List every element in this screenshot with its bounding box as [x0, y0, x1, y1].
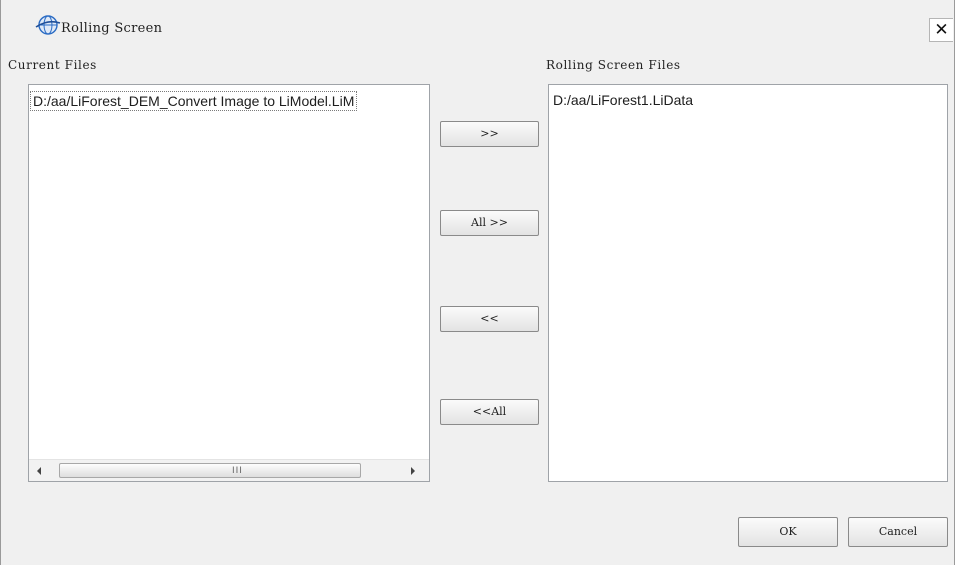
- cancel-label: Cancel: [878, 525, 918, 538]
- add-selected-label: >>: [480, 127, 499, 140]
- remove-all-label: <<All: [472, 405, 507, 418]
- ok-label: OK: [779, 525, 797, 538]
- globe-icon: [35, 14, 61, 36]
- remove-all-button[interactable]: <<All: [440, 399, 539, 425]
- remove-selected-label: <<: [480, 312, 499, 325]
- scroll-left-arrow-icon[interactable]: [37, 467, 41, 475]
- add-selected-button[interactable]: >>: [440, 121, 539, 147]
- cancel-button[interactable]: Cancel: [848, 517, 948, 547]
- close-icon: ✕: [934, 20, 949, 40]
- title-bar[interactable]: Rolling Screen ✕: [1, 0, 954, 50]
- list-item[interactable]: D:/aa/LiForest1.LiData: [553, 91, 693, 109]
- rolling-screen-files-list[interactable]: D:/aa/LiForest1.LiData: [548, 84, 948, 482]
- list-item[interactable]: D:/aa/LiForest_DEM_Convert Image to LiMo…: [30, 91, 358, 111]
- current-files-label: Current Files: [8, 58, 97, 72]
- scroll-thumb[interactable]: III: [59, 463, 361, 478]
- close-button[interactable]: ✕: [929, 18, 953, 42]
- ok-button[interactable]: OK: [738, 517, 838, 547]
- remove-selected-button[interactable]: <<: [440, 306, 539, 332]
- grip-icon: III: [232, 466, 243, 476]
- add-all-label: All >>: [471, 216, 508, 229]
- current-files-list[interactable]: D:/aa/LiForest_DEM_Convert Image to LiMo…: [28, 84, 430, 482]
- rolling-screen-files-label: Rolling Screen Files: [546, 58, 681, 72]
- window-title: Rolling Screen: [61, 21, 163, 36]
- rolling-screen-dialog: Rolling Screen ✕ Current Files D:/aa/LiF…: [0, 0, 955, 565]
- horizontal-scrollbar[interactable]: III: [29, 459, 429, 481]
- scroll-right-arrow-icon[interactable]: [411, 467, 415, 475]
- add-all-button[interactable]: All >>: [440, 210, 539, 236]
